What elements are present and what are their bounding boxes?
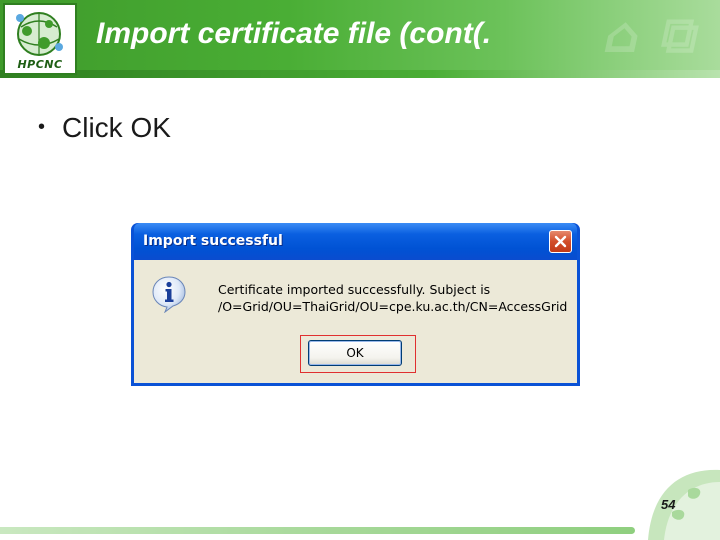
bullet-icon: • [38, 116, 46, 138]
info-icon [152, 276, 186, 313]
hpcnc-logo: HPCNC [3, 3, 77, 75]
close-icon [554, 235, 567, 248]
dialog-body: Certificate imported successfully. Subje… [134, 260, 577, 383]
page-number: 54 [661, 497, 676, 512]
globe-icon [16, 12, 63, 56]
message-line-1: Certificate imported successfully. Subje… [218, 282, 491, 297]
dialog-titlebar[interactable]: Import successful [134, 223, 577, 260]
ok-button[interactable]: OK [308, 340, 402, 366]
bullet-item: • Click OK [38, 112, 171, 144]
header-stripe [0, 70, 720, 78]
footer-bar [0, 527, 635, 534]
dialog-title: Import successful [143, 233, 283, 249]
header-watermark: ⌂ ⧉ [599, 6, 707, 64]
slide: ⌂ ⧉ HPCNC Import certificate file (cont(… [0, 0, 720, 540]
logo-text: HPCNC [17, 58, 63, 71]
bullet-text: Click OK [62, 112, 171, 143]
import-successful-dialog: Import successful Certificate imported s… [131, 223, 580, 386]
message-line-2: /O=Grid/OU=ThaiGrid/OU=cpe.ku.ac.th/CN=A… [218, 299, 568, 314]
slide-header: ⌂ ⧉ HPCNC Import certificate file (cont(… [0, 0, 720, 78]
dialog-message: Certificate imported successfully. Subje… [218, 281, 567, 315]
close-button[interactable] [549, 230, 572, 253]
slide-title: Import certificate file (cont(. [96, 17, 492, 50]
